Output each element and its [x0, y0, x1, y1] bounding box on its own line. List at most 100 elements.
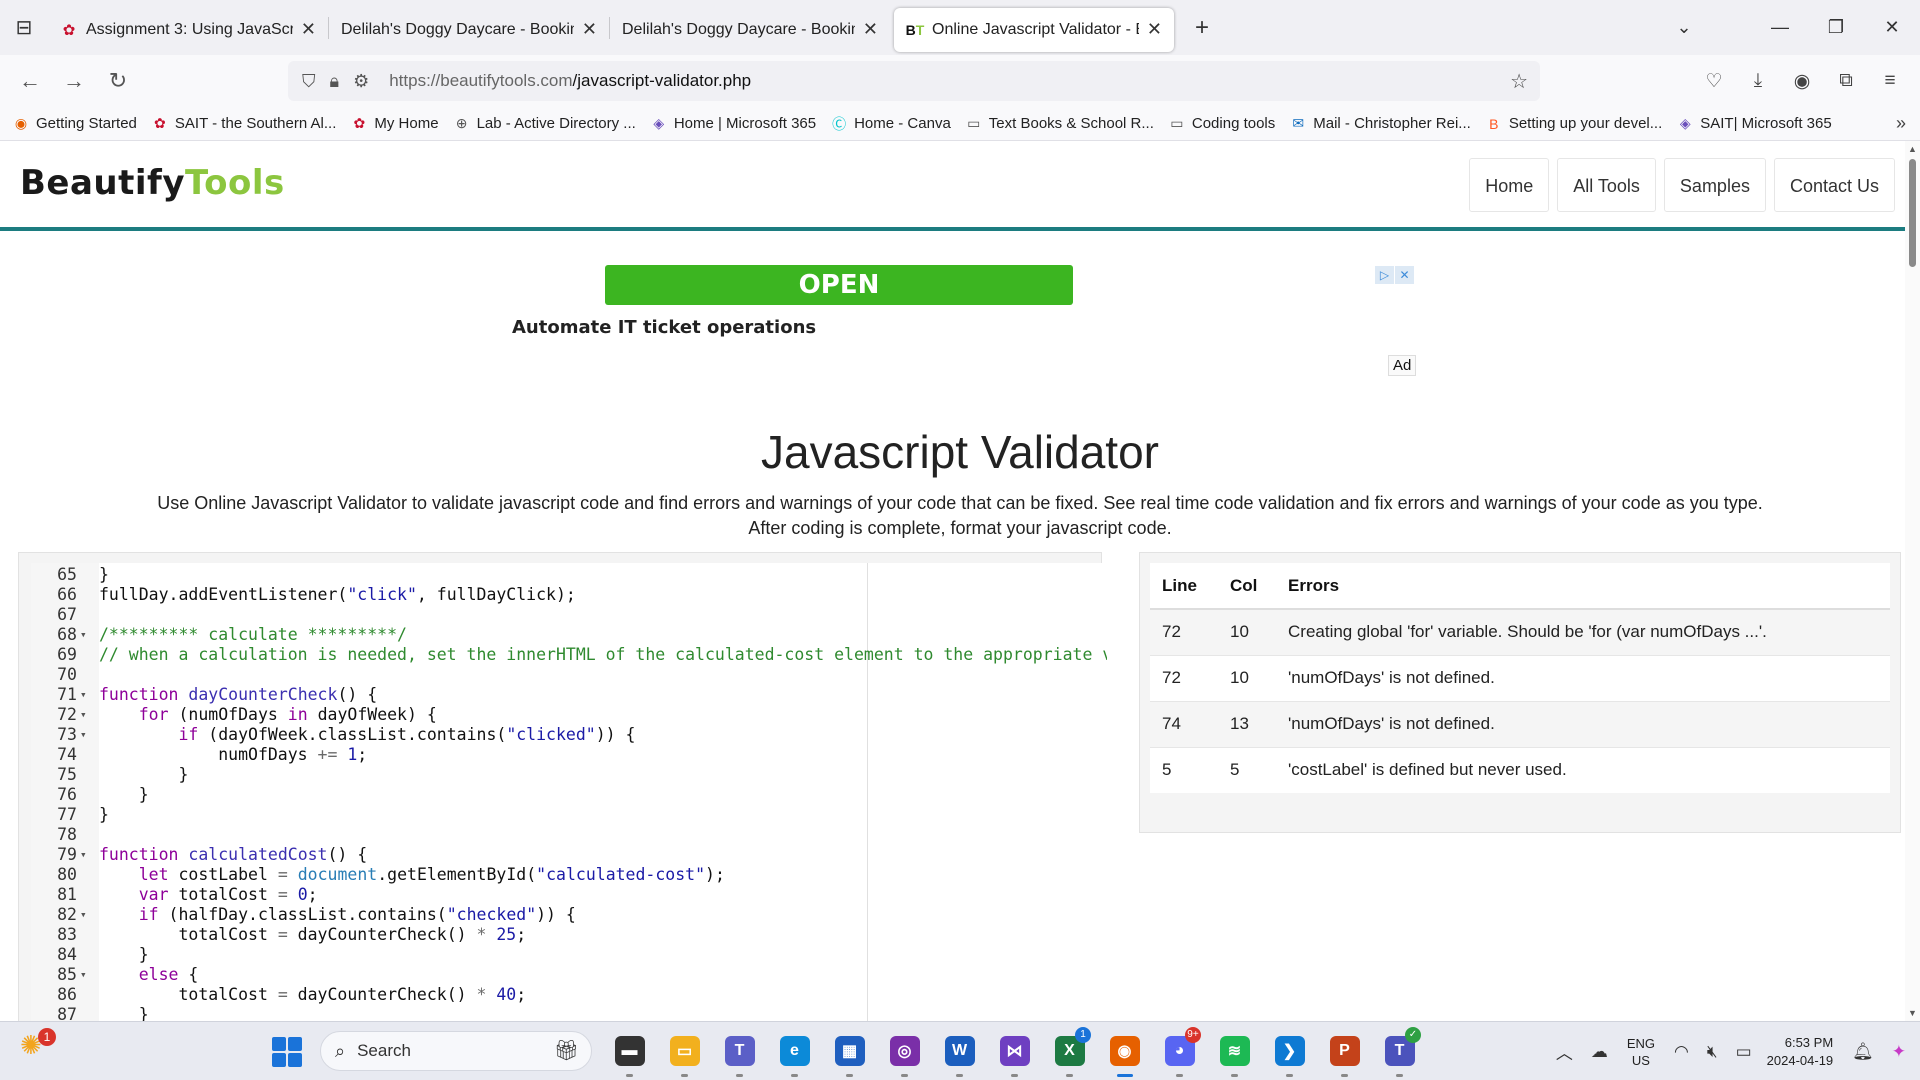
- code-line[interactable]: 81 var totalCost = 0;: [31, 885, 1107, 905]
- tab-doggy-daycare-2[interactable]: Delilah's Doggy Daycare - Booking ✕: [610, 8, 890, 52]
- close-window-icon[interactable]: ✕: [1864, 17, 1920, 38]
- restore-icon[interactable]: ❐: [1808, 17, 1864, 38]
- code-line[interactable]: 65}: [31, 565, 1107, 585]
- nav-contact-us[interactable]: Contact Us: [1773, 158, 1895, 212]
- input-language[interactable]: ENG US: [1627, 1035, 1655, 1069]
- start-button-windows-icon[interactable]: [272, 1037, 302, 1067]
- bookmark-item[interactable]: ✿ My Home: [350, 115, 439, 133]
- scrollbar-thumb[interactable]: [1909, 159, 1916, 267]
- code-line[interactable]: 85 ▾ else {: [31, 965, 1107, 985]
- code-editor[interactable]: 65} 66 fullDay.addEventListener("click", f…: [31, 563, 1107, 1021]
- new-tab-button[interactable]: +: [1182, 8, 1222, 48]
- code-line[interactable]: 73 ▾ if (dayOfWeek.classList.contains("cl…: [31, 725, 1107, 745]
- close-tab-icon[interactable]: ✕: [1147, 19, 1162, 40]
- code-line[interactable]: 68 ▾ /********* calculate *********/: [31, 625, 1107, 645]
- fold-arrow-icon[interactable]: ▾: [80, 705, 92, 725]
- reload-icon[interactable]: ↻: [96, 61, 140, 101]
- downloads-icon[interactable]: ⤓: [1736, 61, 1780, 101]
- lock-icon[interactable]: 🔒︎: [330, 71, 340, 92]
- code-line[interactable]: 69 // when a calculation is needed, set t…: [31, 645, 1107, 665]
- taskbar-app-visual-studio[interactable]: ⋈: [987, 1031, 1042, 1077]
- close-tab-icon[interactable]: ✕: [582, 19, 597, 40]
- show-hidden-icons-chevron-icon[interactable]: ︿: [1556, 1039, 1573, 1064]
- code-line[interactable]: 78: [31, 825, 1107, 845]
- taskbar-search[interactable]: ⌕ Search 🎁︎: [320, 1031, 592, 1071]
- code-line[interactable]: 86 totalCost = dayCounterCheck() * 40;: [31, 985, 1107, 1005]
- bookmark-item[interactable]: ⊕ Lab - Active Directory ...: [453, 115, 636, 133]
- taskbar-app-file-explorer[interactable]: ▭: [657, 1031, 712, 1077]
- code-line[interactable]: 79 ▾ function calculatedCost() {: [31, 845, 1107, 865]
- taskbar-app-vscode[interactable]: ❯: [1262, 1031, 1317, 1077]
- clock[interactable]: 6:53 PM 2024-04-19: [1767, 1034, 1834, 1070]
- taskbar-app-excel[interactable]: X1: [1042, 1027, 1097, 1077]
- fold-arrow-icon[interactable]: ▾: [80, 845, 92, 865]
- tab-assignment[interactable]: ✿ Assignment 3: Using JavaScript ✕: [48, 8, 328, 52]
- tracking-shield-icon[interactable]: ⛉: [302, 71, 316, 92]
- code-line[interactable]: 75 }: [31, 765, 1107, 785]
- bookmark-item[interactable]: Ⓒ Home - Canva: [830, 115, 951, 133]
- widgets-button[interactable]: ✺ 1: [20, 1028, 60, 1070]
- back-arrow-icon[interactable]: ←: [8, 61, 52, 101]
- fold-arrow-icon[interactable]: ▾: [80, 685, 92, 705]
- close-tab-icon[interactable]: ✕: [301, 19, 316, 40]
- bookmark-item[interactable]: ✉ Mail - Christopher Rei...: [1289, 115, 1470, 133]
- error-row[interactable]: 5 5'costLabel' is defined but never used.: [1150, 746, 1890, 793]
- code-line[interactable]: 83 totalCost = dayCounterCheck() * 25;: [31, 925, 1107, 945]
- forward-arrow-icon[interactable]: →: [52, 61, 96, 101]
- ad-headline[interactable]: Automate IT ticket operations: [512, 317, 816, 338]
- bookmark-star-icon[interactable]: ☆: [1510, 69, 1528, 94]
- tab-javascript-validator[interactable]: BT Online Javascript Validator - Be ✕: [894, 7, 1174, 52]
- wifi-icon[interactable]: ◠: [1674, 1042, 1689, 1062]
- bookmark-item[interactable]: ◉ Getting Started: [12, 115, 137, 133]
- address-bar[interactable]: ⛉ 🔒︎ ⚙ https://beautifytools.com/javascr…: [288, 61, 1540, 101]
- bookmark-item[interactable]: ▭ Text Books & School R...: [965, 115, 1154, 133]
- ad-open-button[interactable]: OPEN: [605, 265, 1073, 305]
- list-all-tabs-icon[interactable]: ⊟: [0, 0, 48, 55]
- error-row[interactable]: 72 10'numOfDays' is not defined.: [1150, 654, 1890, 701]
- copilot-icon[interactable]: ✦: [1892, 1042, 1906, 1062]
- notifications-bell-icon[interactable]: 🔔︎: [1852, 1042, 1874, 1062]
- taskbar-app-teams-new[interactable]: T ✓: [1372, 1027, 1427, 1077]
- nav-home[interactable]: Home: [1469, 158, 1550, 212]
- tab-overflow-chevron-icon[interactable]: ⌄: [1656, 17, 1712, 38]
- battery-icon[interactable]: ▭: [1736, 1042, 1752, 1062]
- code-line[interactable]: 74 numOfDays += 1;: [31, 745, 1107, 765]
- taskbar-app-store[interactable]: ▦: [822, 1031, 877, 1077]
- bookmark-item[interactable]: B Setting up your devel...: [1485, 115, 1662, 133]
- scroll-up-arrow-icon[interactable]: ▲: [1905, 141, 1920, 157]
- code-line[interactable]: 66 fullDay.addEventListener("click", full…: [31, 585, 1107, 605]
- code-line[interactable]: 77}: [31, 805, 1107, 825]
- code-line[interactable]: 71 ▾ function dayCounterCheck() {: [31, 685, 1107, 705]
- menu-icon[interactable]: ≡: [1868, 61, 1912, 101]
- bookmark-item[interactable]: ▭ Coding tools: [1168, 115, 1275, 133]
- account-icon[interactable]: ◉: [1780, 61, 1824, 101]
- site-logo[interactable]: BeautifyTools: [20, 163, 285, 203]
- scroll-down-arrow-icon[interactable]: ▼: [1905, 1005, 1920, 1021]
- url-text[interactable]: https://beautifytools.com/javascript-val…: [389, 71, 751, 91]
- taskbar-app-onenote-like[interactable]: ◎: [877, 1031, 932, 1077]
- code-line[interactable]: 82 ▾ if (halfDay.classList.contains("chec…: [31, 905, 1107, 925]
- tab-doggy-daycare-1[interactable]: Delilah's Doggy Daycare - Booking ✕: [329, 8, 609, 52]
- ad-close-icon[interactable]: ✕: [1395, 266, 1414, 284]
- taskbar-app-word[interactable]: W: [932, 1031, 987, 1077]
- fold-arrow-icon[interactable]: ▾: [80, 625, 92, 645]
- code-line[interactable]: 80 let costLabel = document.getElementBy…: [31, 865, 1107, 885]
- onedrive-icon[interactable]: ☁: [1591, 1042, 1608, 1062]
- nav-samples[interactable]: Samples: [1663, 158, 1766, 212]
- taskbar-app-edge[interactable]: e: [767, 1031, 822, 1077]
- error-row[interactable]: 74 13'numOfDays' is not defined.: [1150, 700, 1890, 747]
- ad-choices-icon[interactable]: ▷: [1375, 266, 1394, 284]
- bookmark-item[interactable]: ✿ SAIT - the Southern Al...: [151, 115, 336, 133]
- code-line[interactable]: 67: [31, 605, 1107, 625]
- taskbar-app-powerpoint[interactable]: P: [1317, 1031, 1372, 1077]
- taskbar-app-teams[interactable]: T: [712, 1031, 767, 1077]
- taskbar-app-spotify[interactable]: ≋: [1207, 1031, 1262, 1077]
- volume-muted-icon[interactable]: 🔇︎: [1707, 1042, 1718, 1062]
- bookmarks-overflow-icon[interactable]: »: [1896, 113, 1906, 134]
- bookmark-item[interactable]: ◈ SAIT| Microsoft 365: [1676, 115, 1832, 133]
- error-row[interactable]: 72 10 Creating global 'for' variable. Shou…: [1150, 608, 1890, 655]
- taskbar-app-firefox[interactable]: ◉: [1097, 1031, 1152, 1077]
- fold-arrow-icon[interactable]: ▾: [80, 965, 92, 985]
- taskbar-app-file-explorer-dark[interactable]: ▬: [602, 1031, 657, 1077]
- bookmark-item[interactable]: ◈ Home | Microsoft 365: [650, 115, 816, 133]
